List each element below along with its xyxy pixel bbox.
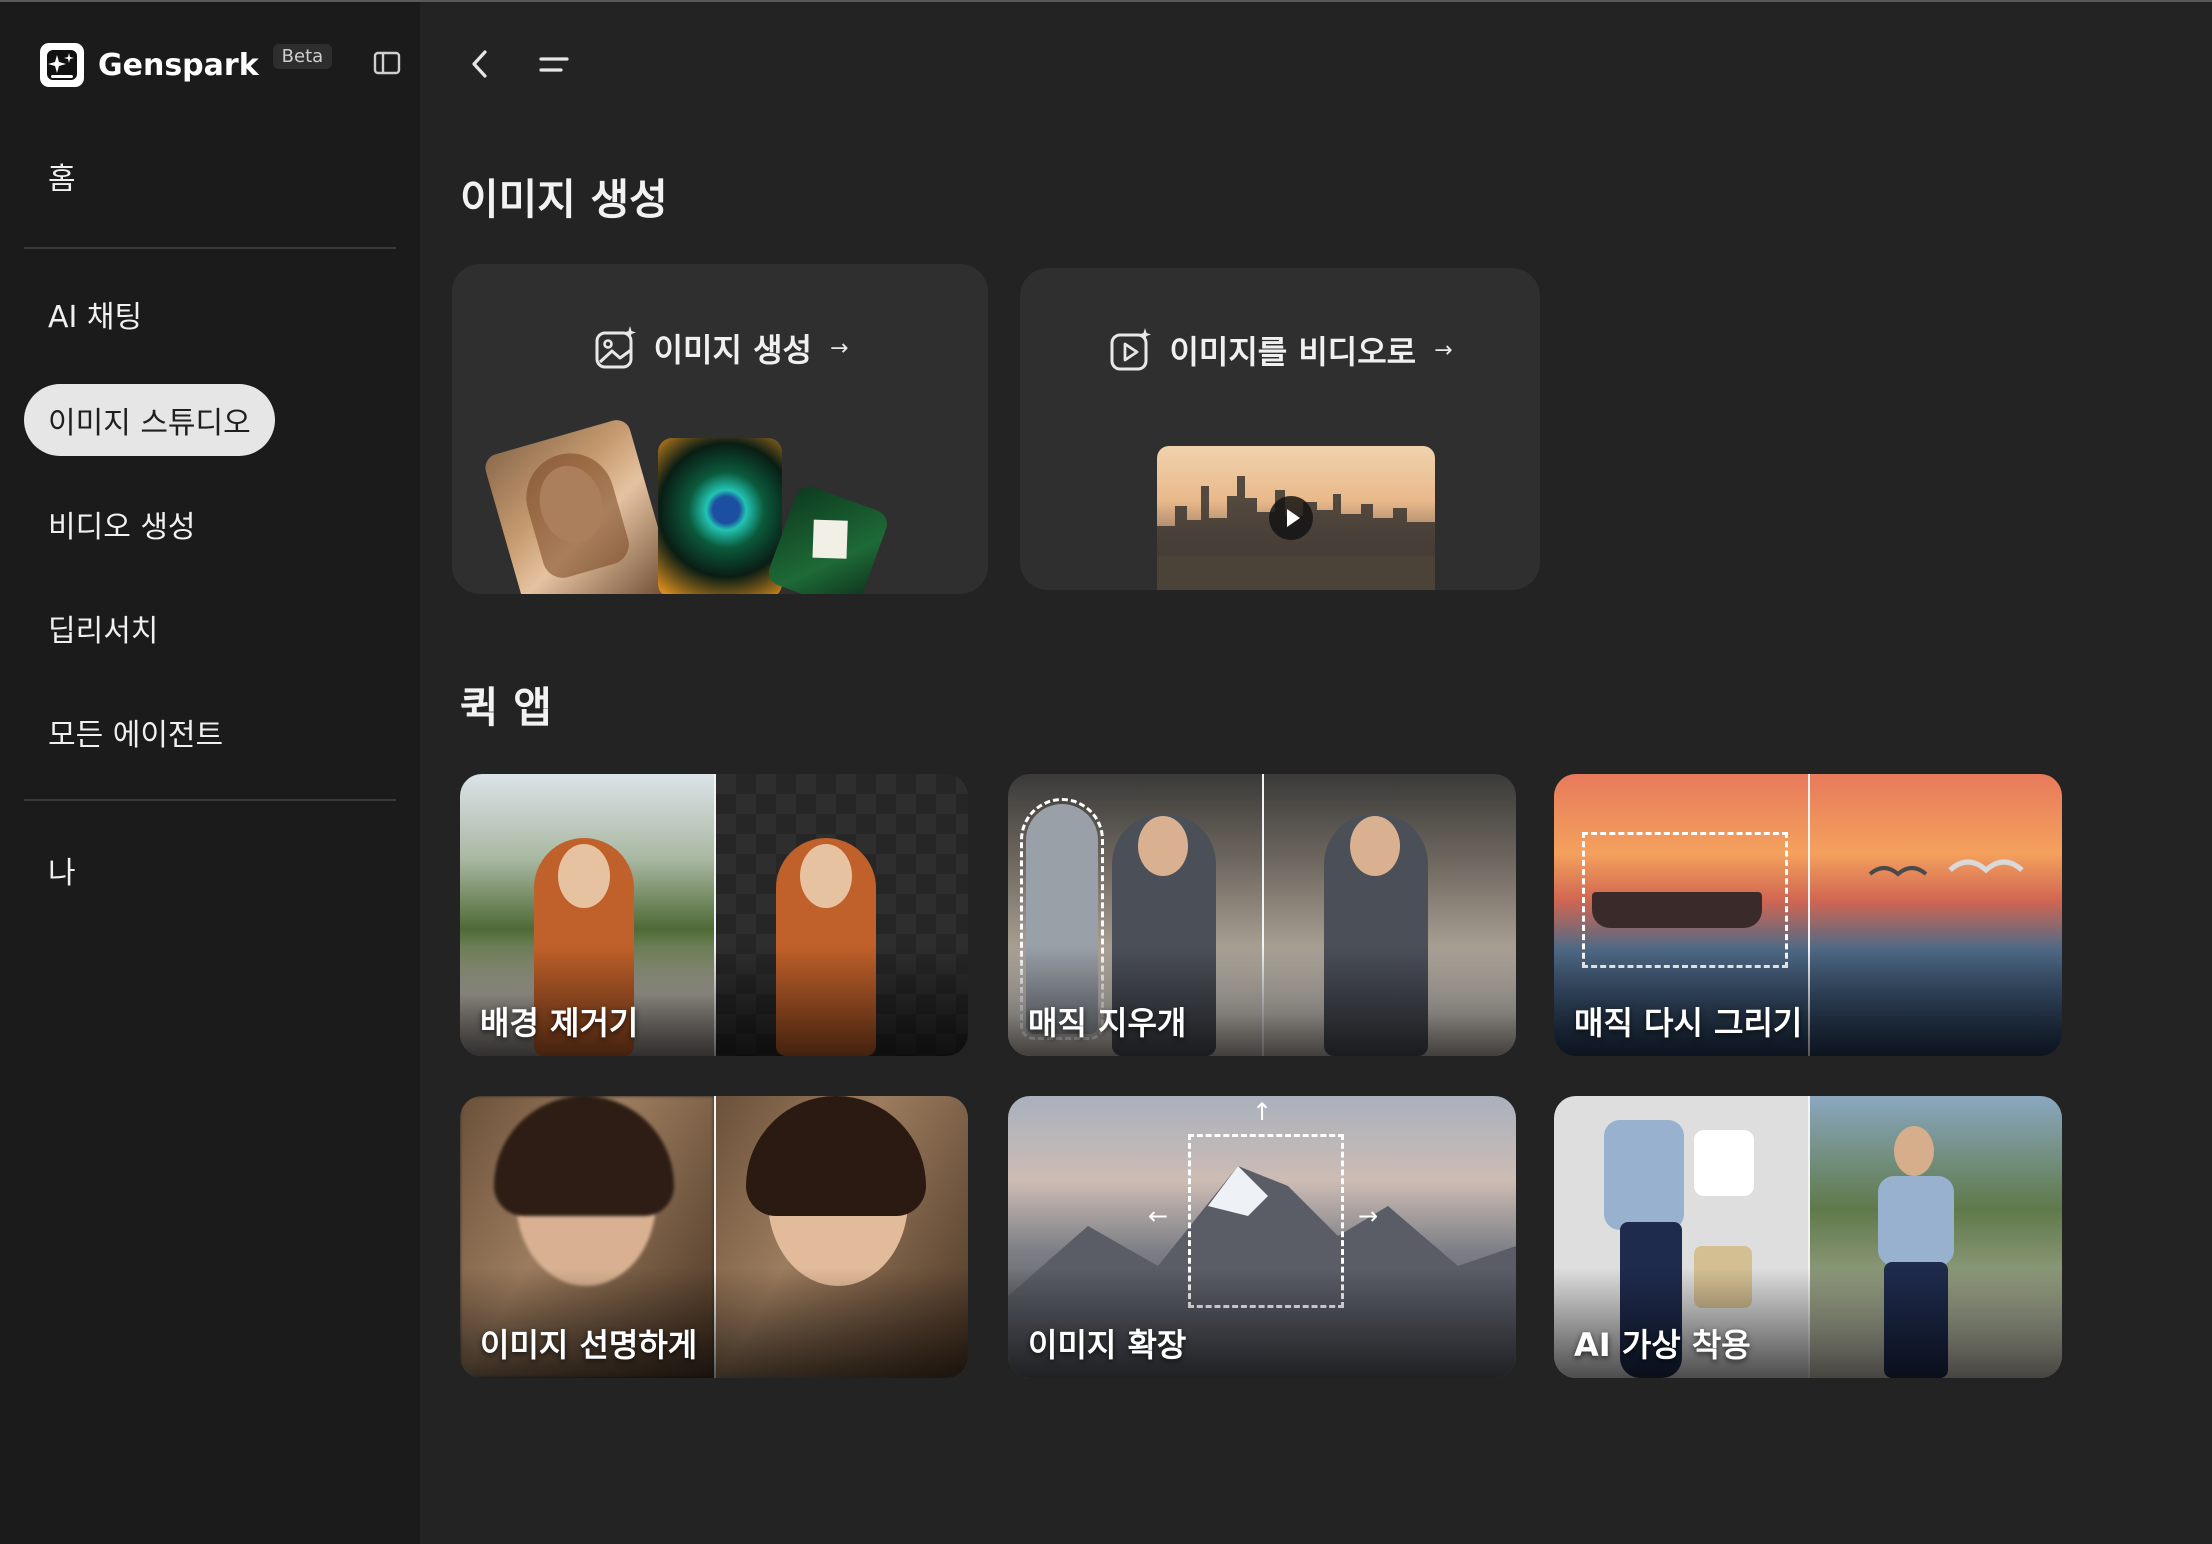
card-header: 이미지 생성 → bbox=[452, 324, 988, 372]
brand-name: Genspark bbox=[98, 47, 259, 83]
quick-app-label: 배경 제거기 bbox=[480, 1004, 639, 1042]
card-label: 이미지 생성 bbox=[653, 331, 812, 369]
sidebar-item-image-studio[interactable]: 이미지 스튜디오 bbox=[24, 384, 275, 456]
quick-app-image-expand[interactable]: ↑ ← → 이미지 확장 bbox=[1008, 1096, 1516, 1378]
quick-app-image-sharpen[interactable]: 이미지 선명하게 bbox=[460, 1096, 968, 1378]
sidebar-item-deep-research[interactable]: 딥리서치 bbox=[24, 592, 182, 664]
quick-app-label: 이미지 확장 bbox=[1028, 1326, 1187, 1364]
quick-app-label: AI 가상 착용 bbox=[1574, 1326, 1751, 1364]
section-title-image-generation: 이미지 생성 bbox=[460, 175, 668, 224]
sidebar-item-label: 이미지 스튜디오 bbox=[48, 406, 251, 441]
arrow-right-icon: → bbox=[1434, 337, 1453, 363]
sidebar-item-label: 홈 bbox=[48, 162, 76, 197]
quick-app-magic-redraw[interactable]: 매직 다시 그리기 bbox=[1554, 774, 2062, 1056]
card-header: 이미지를 비디오로 → bbox=[1020, 326, 1540, 374]
quick-app-label: 이미지 선명하게 bbox=[480, 1326, 698, 1364]
arrow-right-icon: → bbox=[1358, 1202, 1379, 1230]
quick-app-ai-try-on[interactable]: AI 가상 착용 bbox=[1554, 1096, 2062, 1378]
back-button[interactable] bbox=[458, 42, 502, 86]
sidebar-item-label: 비디오 생성 bbox=[48, 510, 196, 545]
city-video-thumbnail bbox=[1157, 446, 1435, 590]
quick-app-background-remover[interactable]: 배경 제거기 bbox=[460, 774, 968, 1056]
portrait-thumbnail bbox=[482, 416, 676, 594]
brand[interactable]: Genspark Beta bbox=[40, 40, 333, 90]
menu-icon bbox=[539, 57, 569, 72]
quick-app-label: 매직 지우개 bbox=[1028, 1004, 1187, 1042]
sidebar-item-all-agents[interactable]: 모든 에이전트 bbox=[24, 696, 247, 768]
image-to-video-card[interactable]: 이미지를 비디오로 → bbox=[1020, 268, 1540, 590]
sidebar: Genspark Beta 홈 AI 채팅 이미지 스튜디오 비디오 생성 딥리… bbox=[0, 2, 420, 1544]
video-sparkle-icon bbox=[1110, 328, 1152, 371]
image-sparkle-icon bbox=[595, 326, 636, 369]
image-generation-card[interactable]: 이미지 생성 → bbox=[452, 264, 988, 594]
beta-badge: Beta bbox=[272, 43, 333, 69]
arrow-left-icon: ← bbox=[1148, 1202, 1169, 1230]
arrow-right-icon: → bbox=[829, 335, 849, 361]
sidebar-toggle-icon[interactable] bbox=[372, 48, 402, 78]
sidebar-item-ai-chat[interactable]: AI 채팅 bbox=[24, 278, 166, 350]
sidebar-divider bbox=[24, 247, 396, 249]
genspark-logo-icon bbox=[40, 43, 84, 87]
play-icon bbox=[1269, 496, 1313, 540]
section-title-quick-apps: 퀵 앱 bbox=[460, 683, 552, 732]
plant-thumbnail bbox=[765, 482, 891, 594]
arrow-up-icon: ↑ bbox=[1252, 1098, 1273, 1126]
menu-button[interactable] bbox=[532, 42, 576, 86]
card-label: 이미지를 비디오로 bbox=[1169, 333, 1417, 371]
main-content: 이미지 생성 이미지 생성 → 이미지를 비디오로 → 퀵 앱 배경 제거기 매… bbox=[420, 2, 2212, 1544]
sidebar-divider bbox=[24, 799, 396, 801]
chevron-left-icon bbox=[472, 50, 487, 78]
sidebar-item-label: AI 채팅 bbox=[48, 300, 143, 335]
sidebar-item-home[interactable]: 홈 bbox=[24, 140, 100, 212]
sidebar-item-label: 모든 에이전트 bbox=[48, 718, 224, 753]
quick-app-magic-eraser[interactable]: 매직 지우개 bbox=[1008, 774, 1516, 1056]
sidebar-item-video-generation[interactable]: 비디오 생성 bbox=[24, 488, 220, 560]
sidebar-item-label: 나 bbox=[48, 856, 76, 891]
peacock-feather-thumbnail bbox=[658, 438, 782, 594]
quick-app-label: 매직 다시 그리기 bbox=[1574, 1004, 1803, 1042]
sidebar-item-label: 딥리서치 bbox=[48, 614, 159, 649]
sidebar-item-me[interactable]: 나 bbox=[24, 834, 100, 906]
